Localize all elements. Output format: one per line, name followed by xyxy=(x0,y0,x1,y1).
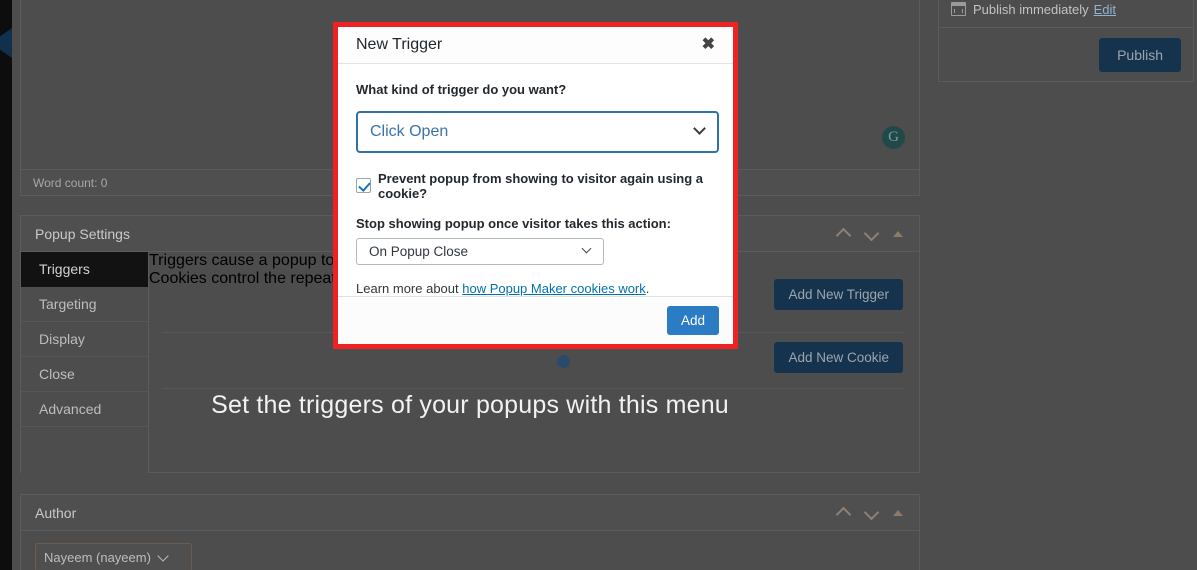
author-metabox: Author Nayeem (nayeem) xyxy=(20,494,920,570)
move-down-icon[interactable] xyxy=(865,227,879,241)
move-down-icon[interactable] xyxy=(865,506,879,520)
publish-metabox: Publish immediately Edit Publish xyxy=(938,0,1194,82)
prevent-cookie-row: Prevent popup from showing to visitor ag… xyxy=(356,171,715,201)
learn-more-prefix: Learn more about xyxy=(356,280,463,296)
publish-edit-link[interactable]: Edit xyxy=(1094,2,1116,17)
panel-divider-2 xyxy=(163,388,905,389)
chevron-down-icon xyxy=(581,243,592,254)
collapse-menu-chevron-icon[interactable] xyxy=(0,28,12,58)
trigger-type-select[interactable]: Click Open xyxy=(356,110,719,153)
learn-more-suffix: . xyxy=(645,280,650,296)
collapse-toggle-icon[interactable] xyxy=(893,509,903,516)
new-trigger-modal: New Trigger ✖ What kind of trigger do yo… xyxy=(338,27,733,344)
add-new-trigger-button[interactable]: Add New Trigger xyxy=(774,279,903,310)
prevent-cookie-checkbox[interactable] xyxy=(356,178,371,194)
wp-admin-page: G Word count: 0 Popup Settings Triggers … xyxy=(0,0,1197,570)
popup-settings-tabs: Triggers Targeting Display Close Advance… xyxy=(21,252,149,473)
author-select[interactable]: Nayeem (nayeem) xyxy=(35,543,192,570)
admin-menu-strip xyxy=(0,0,12,570)
add-button[interactable]: Add xyxy=(666,305,719,335)
word-count-label: Word count: 0 xyxy=(33,175,108,190)
popup-maker-cookies-link[interactable]: how Popup Maker cookies work xyxy=(462,281,646,296)
prevent-cookie-label: Prevent popup from showing to visitor ag… xyxy=(378,170,704,201)
stop-showing-select[interactable]: On Popup Close xyxy=(356,237,604,265)
trigger-type-value: Click Open xyxy=(370,122,449,140)
stop-showing-value: On Popup Close xyxy=(369,243,469,259)
author-title: Author xyxy=(35,504,77,521)
learn-more-text: Learn more about how Popup Maker cookies… xyxy=(356,281,715,296)
author-header: Author xyxy=(21,495,919,531)
trigger-type-label: What kind of trigger do you want? xyxy=(356,81,567,97)
author-order-controls xyxy=(837,506,909,520)
tab-label: Close xyxy=(39,366,75,382)
overlay-caption: Set the triggers of your popups with thi… xyxy=(211,391,729,419)
publish-schedule-row: Publish immediately Edit xyxy=(939,0,1193,27)
publish-schedule-text: Publish immediately xyxy=(973,1,1089,17)
sidebar-item-triggers[interactable]: Triggers xyxy=(21,252,148,287)
add-new-cookie-button[interactable]: Add New Cookie xyxy=(774,342,903,373)
publish-actions-row: Publish xyxy=(939,27,1193,81)
publish-button[interactable]: Publish xyxy=(1099,37,1181,72)
author-select-value: Nayeem (nayeem) xyxy=(44,550,151,565)
chevron-down-icon xyxy=(157,549,169,562)
metabox-order-controls xyxy=(837,227,909,241)
collapse-toggle-icon[interactable] xyxy=(893,230,903,237)
modal-body: What kind of trigger do you want? Click … xyxy=(338,63,733,296)
calendar-icon xyxy=(951,2,966,16)
modal-footer: Add xyxy=(338,295,733,344)
grammarly-icon[interactable]: G xyxy=(882,126,905,149)
sidebar-item-close[interactable]: Close xyxy=(21,357,148,392)
chevron-down-icon xyxy=(693,121,706,135)
tab-label: Targeting xyxy=(39,296,97,312)
modal-header: New Trigger ✖ xyxy=(338,27,733,64)
modal-title: New Trigger xyxy=(356,35,443,53)
tab-label: Triggers xyxy=(39,261,90,277)
close-icon[interactable]: ✖ xyxy=(698,33,719,57)
sidebar-item-targeting[interactable]: Targeting xyxy=(21,287,148,322)
help-info-icon[interactable] xyxy=(557,355,570,368)
move-up-icon[interactable] xyxy=(837,227,851,241)
sidebar-item-display[interactable]: Display xyxy=(21,322,148,357)
stop-showing-label: Stop showing popup once visitor takes th… xyxy=(356,215,671,231)
tab-label: Display xyxy=(39,331,85,347)
move-up-icon[interactable] xyxy=(837,506,851,520)
author-body: Nayeem (nayeem) xyxy=(21,531,919,570)
new-trigger-modal-highlight: New Trigger ✖ What kind of trigger do yo… xyxy=(333,22,738,349)
